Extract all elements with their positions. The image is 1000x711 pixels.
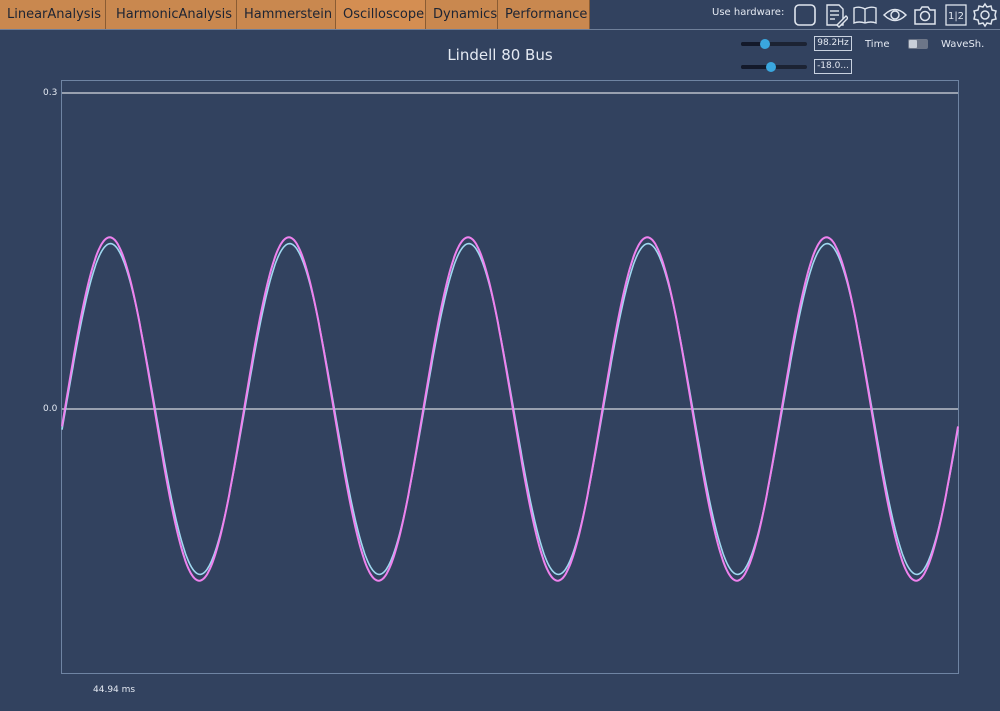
y-tick-label: 0.0 bbox=[43, 404, 58, 414]
time-readout: 44.94 ms bbox=[93, 685, 136, 695]
tab-dynamics[interactable]: Dynamics bbox=[426, 0, 498, 29]
app-window: LinearAnalysis HarmonicAnalysis Hammerst… bbox=[0, 0, 1000, 711]
y-tick-label: 0.3 bbox=[43, 88, 58, 98]
tab-harmonic-analysis[interactable]: HarmonicAnalysis bbox=[106, 0, 237, 29]
tab-bar-divider bbox=[0, 29, 1000, 30]
notes-icon[interactable] bbox=[822, 2, 848, 28]
top-bar: LinearAnalysis HarmonicAnalysis Hammerst… bbox=[0, 0, 1000, 30]
book-icon[interactable] bbox=[852, 2, 878, 28]
tab-linear-analysis[interactable]: LinearAnalysis bbox=[0, 0, 106, 29]
tab-bar: LinearAnalysis HarmonicAnalysis Hammerst… bbox=[0, 0, 590, 29]
tab-hammerstein[interactable]: Hammerstein bbox=[237, 0, 336, 29]
checkbox-icon[interactable] bbox=[792, 2, 818, 28]
use-hardware-label: Use hardware: bbox=[712, 7, 785, 18]
tab-oscilloscope[interactable]: Oscilloscope bbox=[336, 0, 426, 29]
camera-icon[interactable] bbox=[912, 2, 938, 28]
gear-icon[interactable] bbox=[972, 2, 998, 28]
eye-icon[interactable] bbox=[882, 2, 908, 28]
plot-title: Lindell 80 Bus bbox=[447, 46, 553, 64]
tab-performance[interactable]: Performance bbox=[498, 0, 590, 29]
channel-split-label: 1|2 bbox=[948, 11, 964, 22]
channel-split-icon[interactable]: 1|2 bbox=[943, 2, 969, 28]
plot-frame bbox=[61, 80, 959, 674]
